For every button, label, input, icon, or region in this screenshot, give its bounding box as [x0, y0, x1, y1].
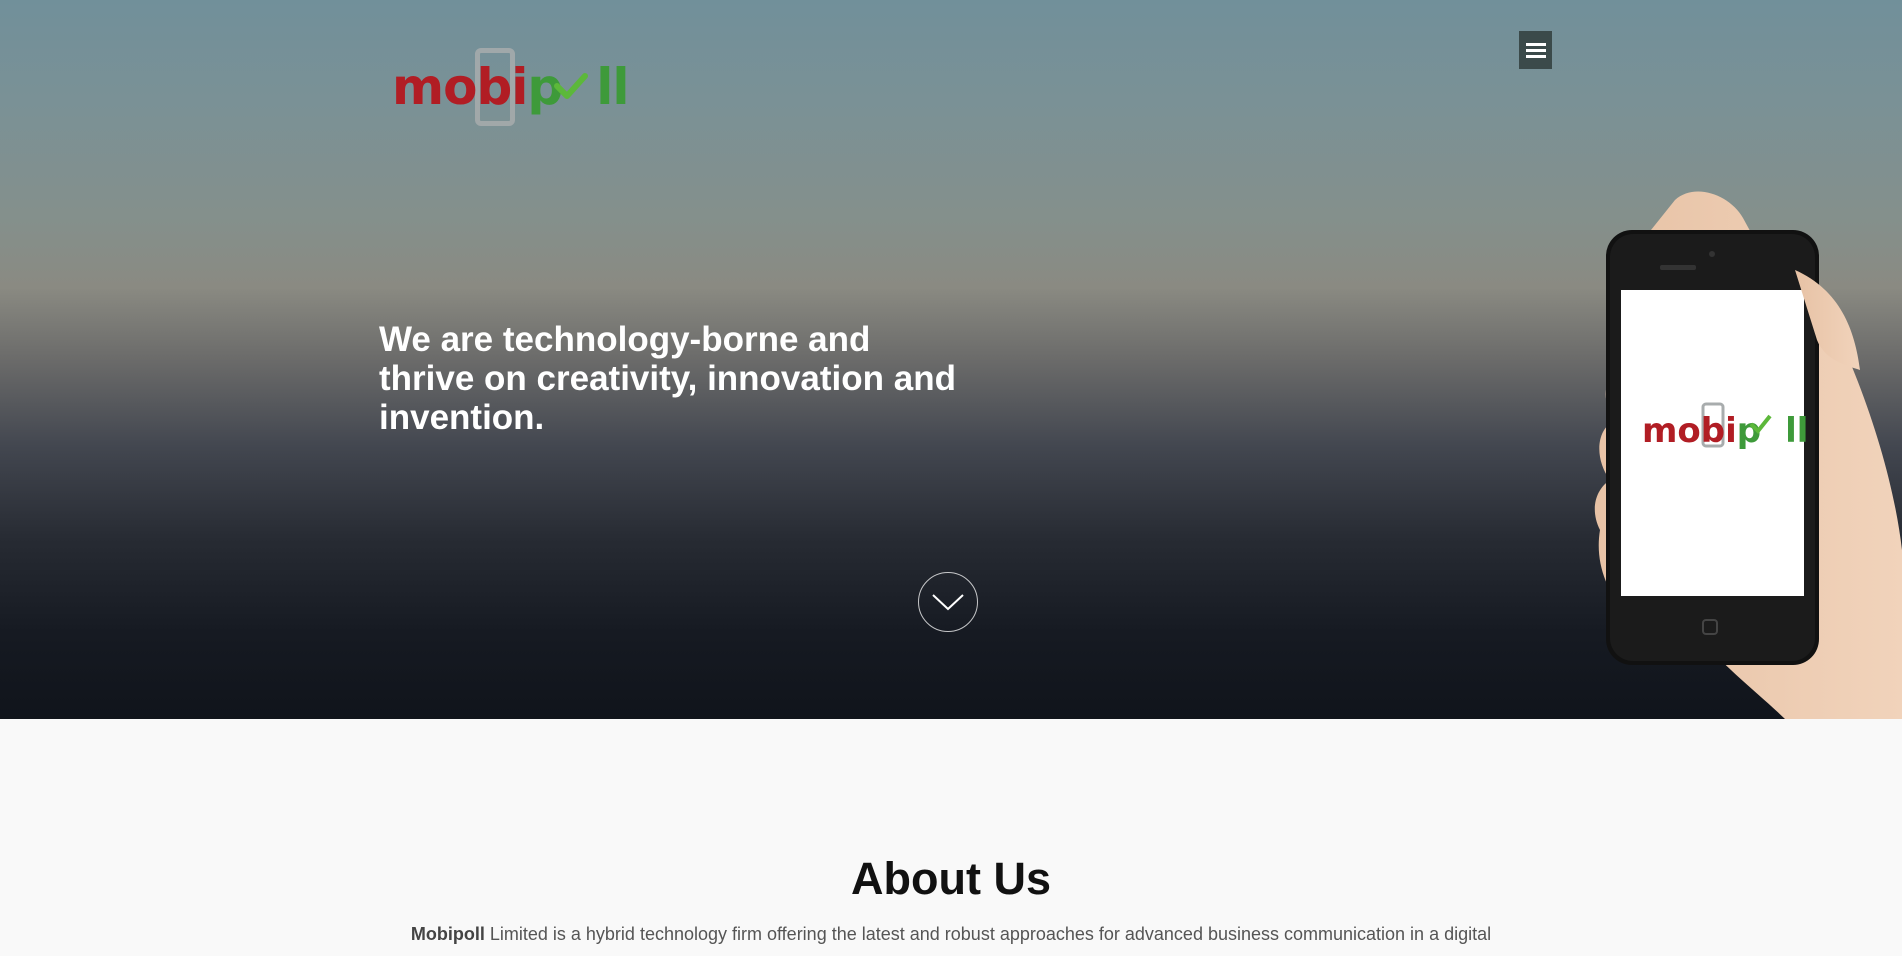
about-description: Mobipoll Limited is a hybrid technology … [0, 924, 1902, 945]
mobipoll-logo[interactable]: mobip ll [392, 46, 632, 130]
hand-holding-phone-image: mobip ll [1594, 191, 1902, 719]
about-section: About Us Mobipoll Limited is a hybrid te… [0, 719, 1902, 956]
menu-bar [1525, 48, 1546, 52]
menu-bar [1525, 42, 1546, 46]
hero-section: mobip ll We are technology-borne and thri… [0, 0, 1902, 719]
about-description-text: Limited is a hybrid technology firm offe… [489, 924, 1492, 944]
checkmark-icon [554, 73, 588, 99]
logo-wordmark: mobip ll [392, 58, 629, 116]
chevron-down-icon [932, 594, 964, 611]
hamburger-menu-button[interactable] [1519, 31, 1552, 69]
company-name: Mobipoll [410, 924, 485, 944]
about-title: About Us [851, 853, 1051, 904]
hero-heading: We are technology-borne and thrive on cr… [379, 320, 956, 437]
scroll-down-button[interactable] [918, 572, 978, 632]
menu-bar [1525, 54, 1546, 58]
